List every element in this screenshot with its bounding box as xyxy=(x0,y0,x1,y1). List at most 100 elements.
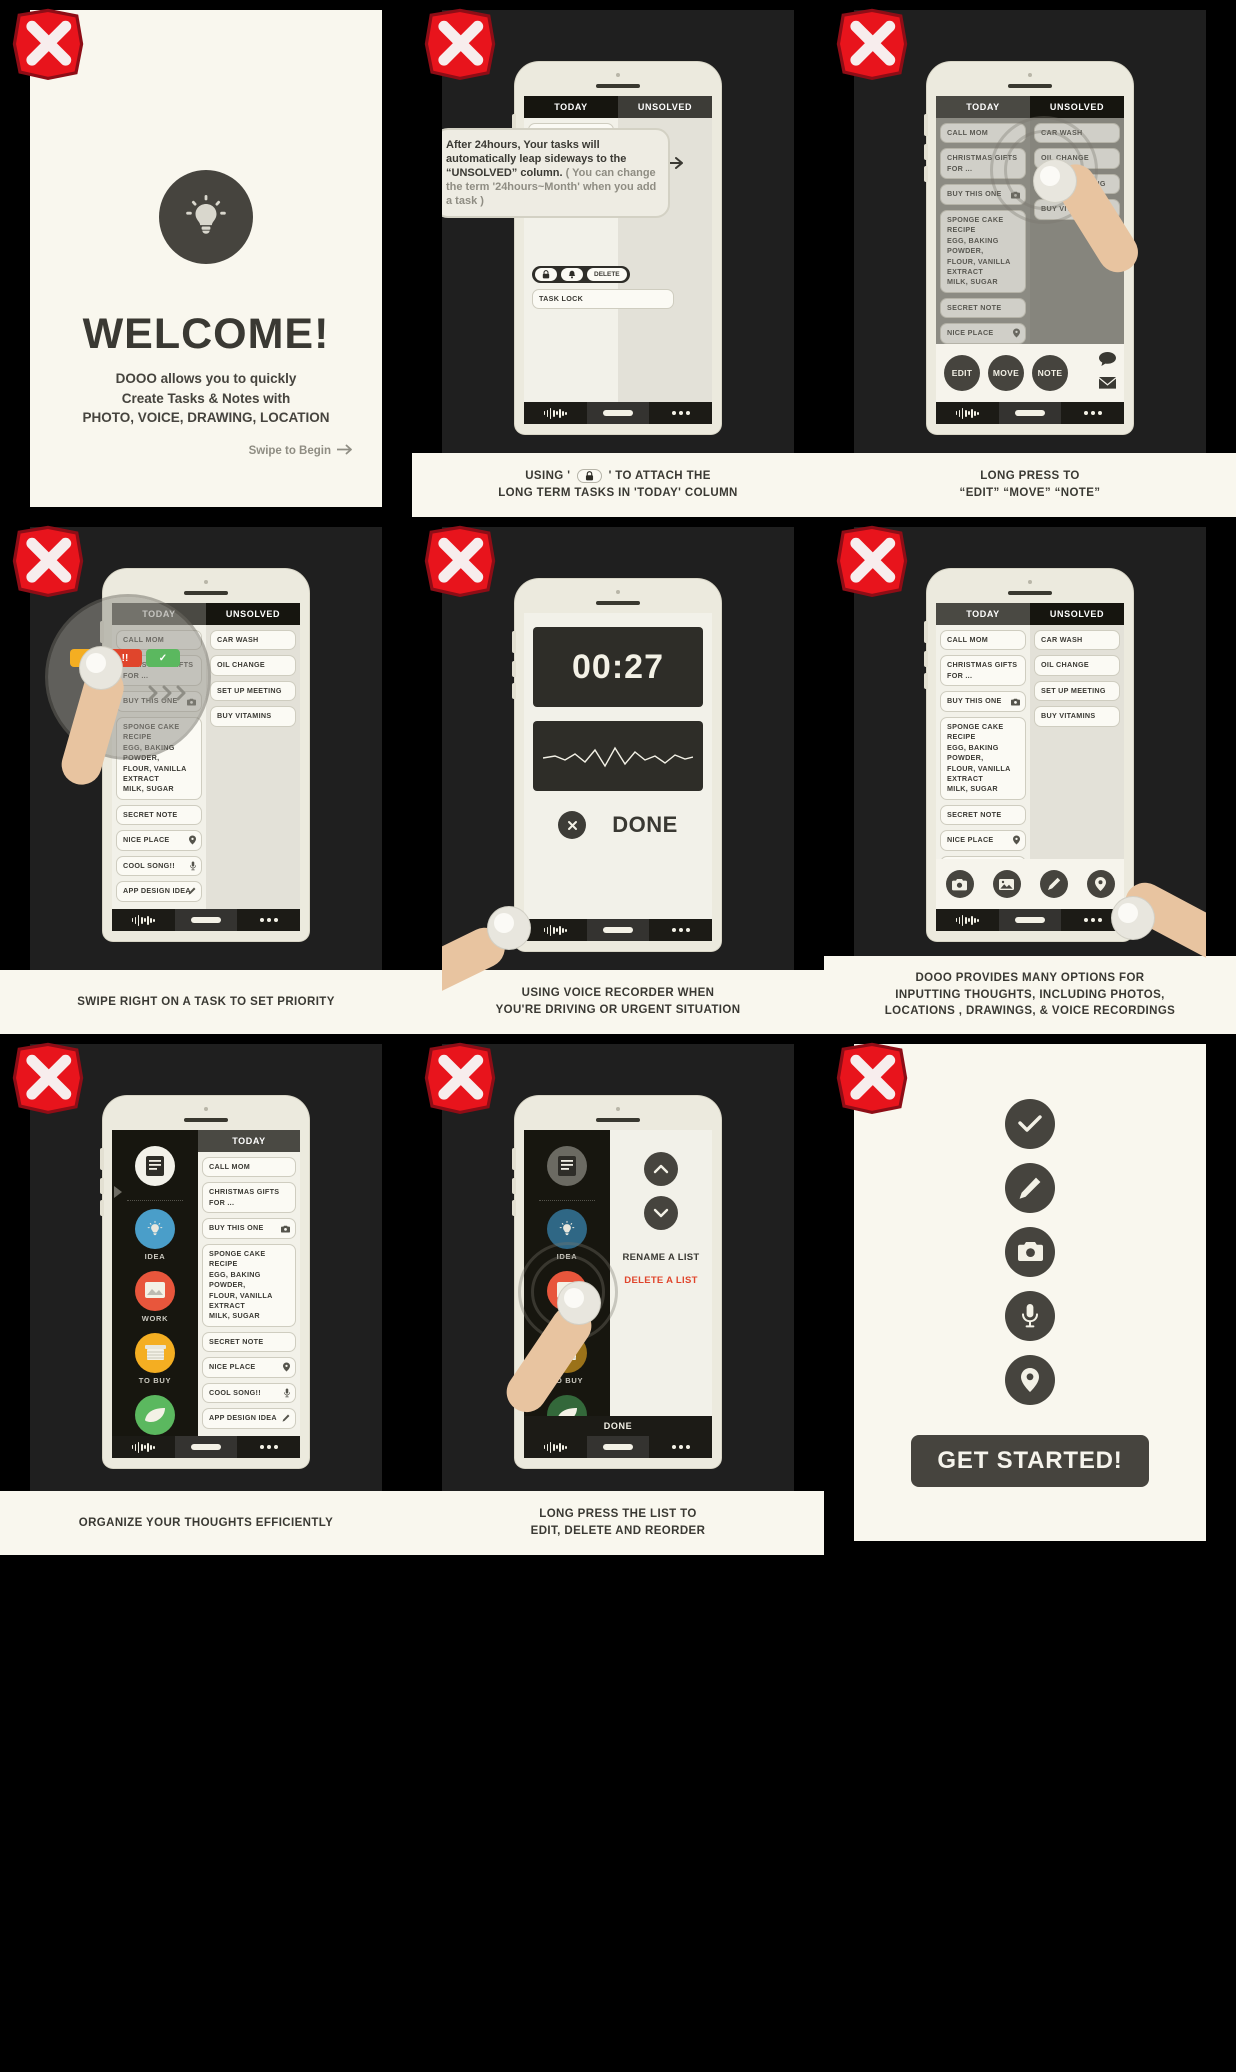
wave-icon[interactable] xyxy=(112,909,175,931)
task-item[interactable]: NICE PLACE xyxy=(116,830,202,851)
list-item-all[interactable] xyxy=(135,1146,175,1186)
home-button[interactable] xyxy=(174,909,238,931)
comment-icon[interactable] xyxy=(1099,352,1116,371)
note-button[interactable]: NOTE xyxy=(1032,355,1068,391)
more-icon[interactable] xyxy=(649,919,712,941)
caption-line-1: LONG PRESS TO xyxy=(980,470,1080,483)
rename-list-button[interactable]: RENAME A LIST xyxy=(622,1252,699,1263)
wave-icon[interactable] xyxy=(112,1436,175,1458)
task-item[interactable]: CAR WASH xyxy=(210,630,296,651)
task-label: SPONGE CAKE RECIPE EGG, BAKING POWDER, F… xyxy=(209,1248,273,1321)
get-started-card: GET STARTED! xyxy=(854,1044,1206,1541)
task-item[interactable]: BUY VITAMINS xyxy=(210,706,296,727)
tab-today[interactable]: TODAY xyxy=(198,1130,300,1152)
pin-icon xyxy=(283,1363,290,1372)
priority-done-button[interactable]: ✓ xyxy=(146,649,180,667)
task-item[interactable]: BUY VITAMINS xyxy=(1034,706,1120,727)
tab-unsolved[interactable]: UNSOLVED xyxy=(206,603,300,625)
list-item-idea[interactable]: IDEA xyxy=(135,1209,175,1261)
tab-unsolved[interactable]: UNSOLVED xyxy=(618,96,712,118)
task-item[interactable]: SECRET NOTE xyxy=(202,1331,296,1353)
list-item-all[interactable] xyxy=(135,1395,175,1435)
task-item[interactable]: CALL MOM xyxy=(940,630,1026,651)
task-lock-field[interactable]: TASK LOCK xyxy=(532,288,674,309)
list-item-work[interactable]: WORK xyxy=(135,1271,175,1323)
task-item[interactable]: SPONGE CAKE RECIPE EGG, BAKING POWDER, F… xyxy=(202,1243,296,1327)
task-item[interactable]: SET UP MEETING xyxy=(210,680,296,702)
list-item-to-buy[interactable]: TO BUY xyxy=(135,1333,175,1385)
task-item[interactable]: NICE PLACE xyxy=(202,1357,296,1378)
pin-icon[interactable] xyxy=(1086,870,1115,898)
lock-icon[interactable] xyxy=(535,267,557,281)
wave-icon[interactable] xyxy=(524,1436,587,1458)
wave-icon[interactable] xyxy=(936,909,999,931)
more-icon[interactable] xyxy=(649,1436,712,1458)
task-label: SECRET NOTE xyxy=(209,1336,264,1346)
tab-today[interactable]: TODAY xyxy=(936,603,1030,625)
done-button[interactable]: DONE xyxy=(612,812,678,838)
home-button[interactable] xyxy=(998,402,1062,424)
tab-today[interactable]: TODAY xyxy=(936,96,1030,118)
done-button[interactable]: DONE xyxy=(524,1416,712,1436)
task-item[interactable]: APP DESIGN IDEA xyxy=(116,881,202,902)
photo-icon[interactable] xyxy=(992,870,1021,898)
wave-icon[interactable] xyxy=(524,402,587,424)
more-icon[interactable] xyxy=(1061,402,1124,424)
delete-button[interactable]: DELETE xyxy=(587,267,627,281)
task-item[interactable]: COOL SONG!! xyxy=(116,855,202,877)
task-item[interactable]: SET UP MEETING xyxy=(1034,680,1120,702)
camera-icon xyxy=(1005,1226,1055,1277)
task-item[interactable]: COOL SONG!! xyxy=(202,1382,296,1404)
camera-icon[interactable] xyxy=(945,870,974,898)
wave-icon[interactable] xyxy=(936,402,999,424)
task-item[interactable]: CAR WASH xyxy=(1034,630,1120,651)
more-icon[interactable] xyxy=(237,909,300,931)
forbidden-badge-icon xyxy=(420,521,500,601)
close-icon[interactable] xyxy=(558,811,587,839)
task-item[interactable]: NICE PLACE xyxy=(940,323,1026,344)
caption-line-3: LOCATIONS , DRAWINGS, & VOICE RECORDINGS xyxy=(884,1005,1176,1018)
task-item[interactable]: BUY THIS ONE xyxy=(940,691,1026,712)
task-item[interactable]: NICE PLACE xyxy=(940,830,1026,851)
task-item[interactable]: CHRISTMAS GIFTS FOR ... xyxy=(940,655,1026,687)
bell-icon[interactable] xyxy=(561,267,583,281)
task-item[interactable]: OIL CHANGE xyxy=(1034,655,1120,676)
tab-unsolved[interactable]: UNSOLVED xyxy=(1030,96,1124,118)
home-button[interactable] xyxy=(174,1436,238,1458)
wave-icon[interactable] xyxy=(524,919,587,941)
chevron-up-icon[interactable] xyxy=(644,1152,678,1186)
tab-today[interactable]: TODAY xyxy=(524,96,618,118)
task-label: NICE PLACE xyxy=(209,1362,256,1372)
home-button[interactable] xyxy=(586,1436,650,1458)
chevron-down-icon[interactable] xyxy=(644,1196,678,1230)
task-item[interactable]: APP DESIGN IDEA xyxy=(202,1408,296,1429)
task-item[interactable]: SPONGE CAKE RECIPE EGG, BAKING POWDER, F… xyxy=(940,209,1026,293)
pencil-icon[interactable] xyxy=(1039,870,1068,898)
waveform-display xyxy=(533,721,703,791)
welcome-subtitle-line-2: Create Tasks & Notes with xyxy=(121,390,291,406)
swipe-to-begin-link[interactable]: Swipe to Begin xyxy=(249,444,354,458)
home-button[interactable] xyxy=(586,919,650,941)
mic-icon xyxy=(190,861,196,871)
delete-list-button[interactable]: DELETE A LIST xyxy=(624,1275,697,1286)
task-item[interactable]: SECRET NOTE xyxy=(116,804,202,826)
task-item[interactable]: SPONGE CAKE RECIPE EGG, BAKING POWDER, F… xyxy=(940,716,1026,800)
get-started-button[interactable]: GET STARTED! xyxy=(911,1434,1149,1487)
home-bar xyxy=(112,909,300,931)
more-icon[interactable] xyxy=(649,402,712,424)
home-button[interactable] xyxy=(998,909,1062,931)
edit-button[interactable]: EDIT xyxy=(944,355,980,391)
home-button[interactable] xyxy=(586,402,650,424)
task-item[interactable]: CALL MOM xyxy=(202,1157,296,1178)
more-icon[interactable] xyxy=(237,1436,300,1458)
tab-unsolved[interactable]: UNSOLVED xyxy=(1030,603,1124,625)
move-button[interactable]: MOVE xyxy=(988,355,1024,391)
task-item[interactable]: CHRISTMAS GIFTS FOR ... xyxy=(202,1182,296,1214)
collapse-arrow-icon[interactable] xyxy=(114,1186,122,1198)
task-item[interactable]: OIL CHANGE xyxy=(210,655,296,676)
task-item[interactable]: SECRET NOTE xyxy=(940,804,1026,826)
envelope-icon[interactable] xyxy=(1099,376,1116,394)
task-item[interactable]: SECRET NOTE xyxy=(940,297,1026,319)
task-item[interactable]: BUY THIS ONE xyxy=(202,1218,296,1239)
list-item-all[interactable] xyxy=(547,1146,587,1186)
